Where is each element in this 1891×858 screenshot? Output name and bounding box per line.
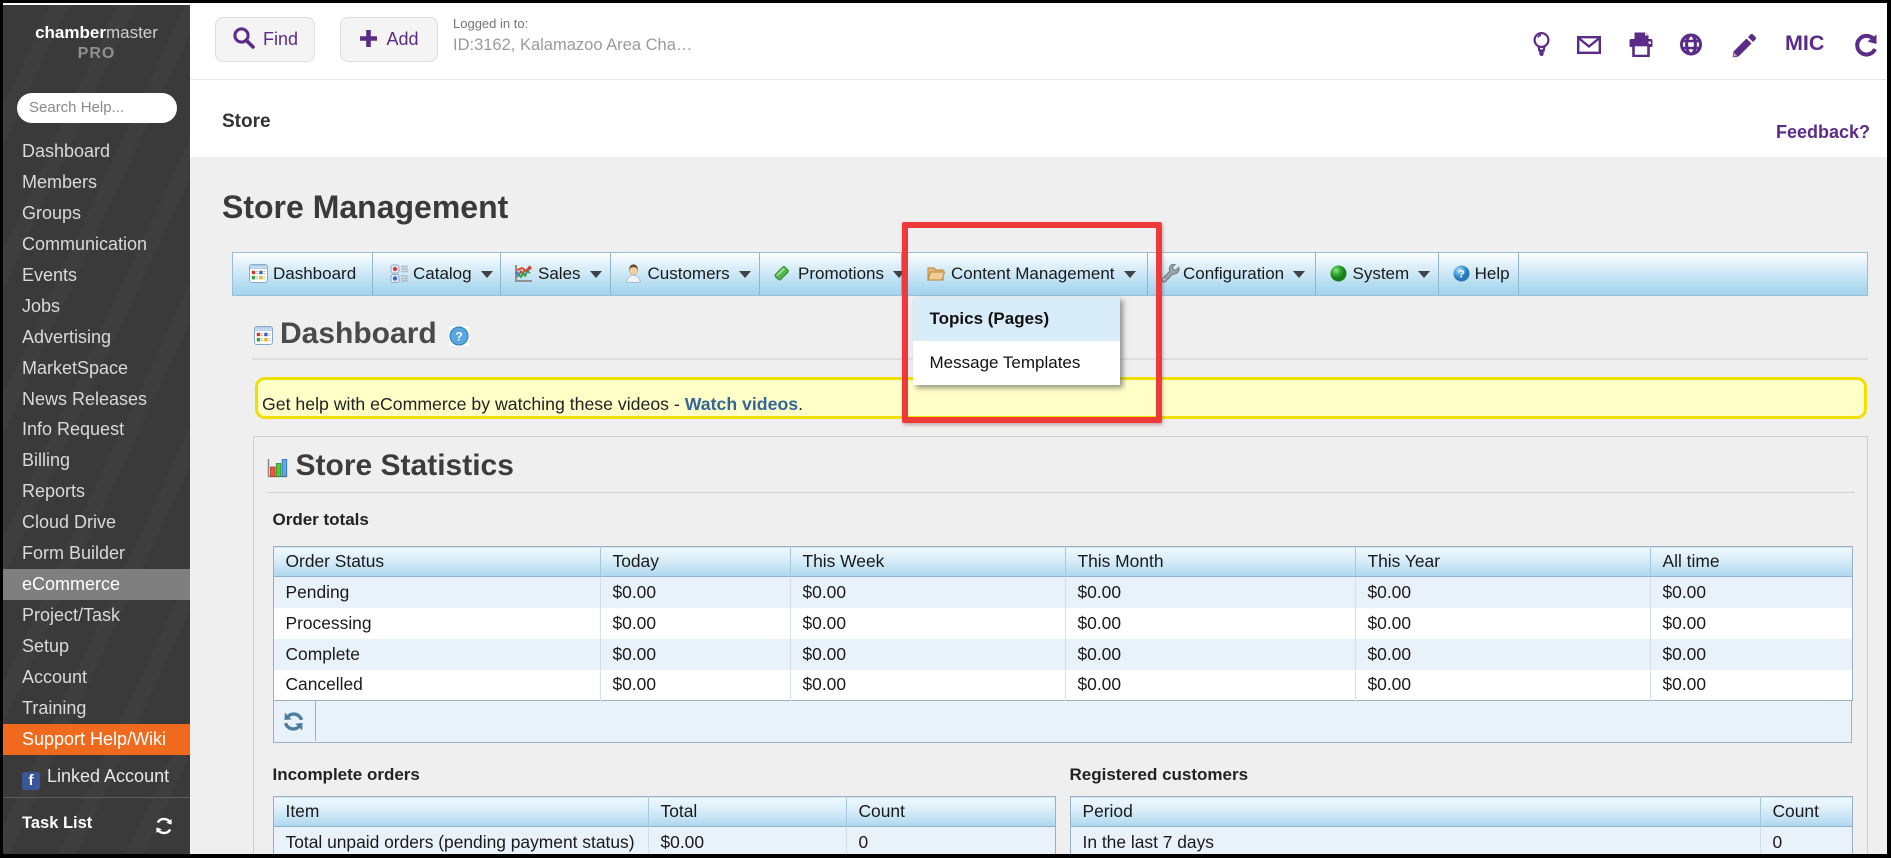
svg-text:?: ?: [1458, 269, 1465, 281]
svg-text:?: ?: [455, 330, 462, 344]
